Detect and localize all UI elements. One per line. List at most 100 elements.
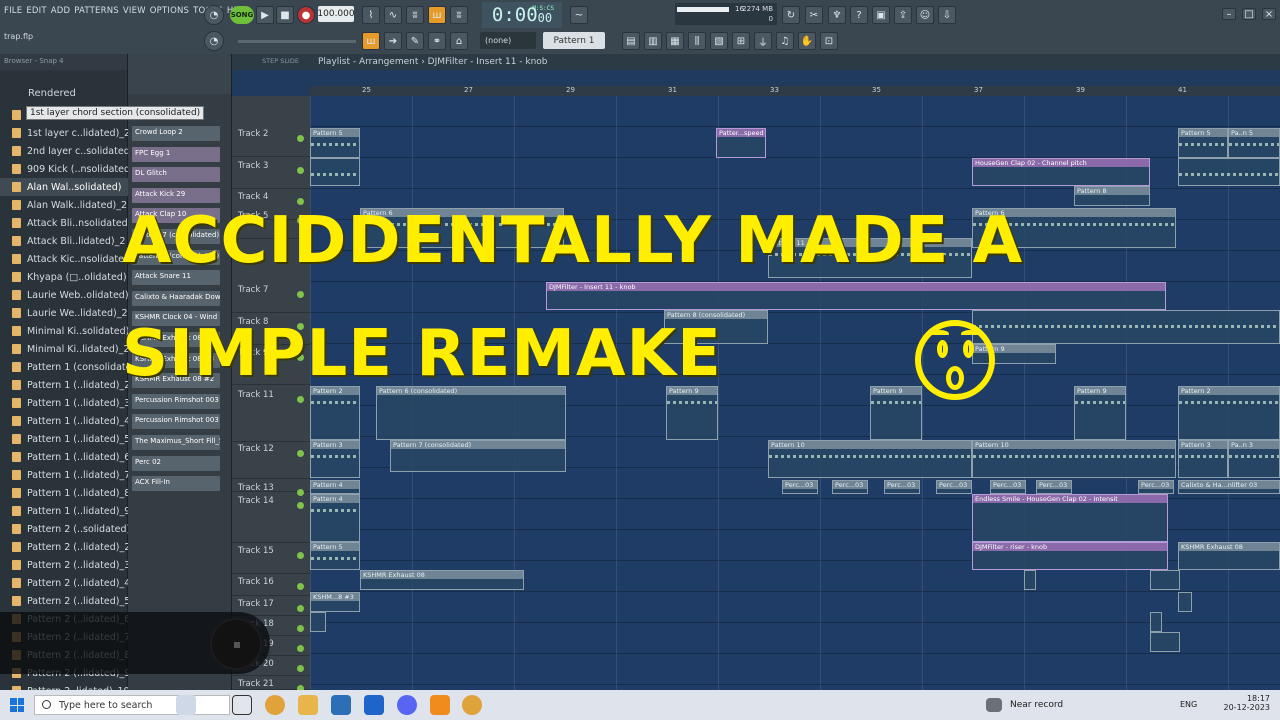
- channel-button[interactable]: Attack Clap 10: [132, 208, 220, 224]
- track-header[interactable]: Track 13: [232, 480, 310, 496]
- menu-file[interactable]: FILE: [4, 6, 22, 16]
- playlist-clip[interactable]: Pattern 9: [870, 386, 922, 440]
- browser-item[interactable]: 2nd layer c..solidated): [0, 142, 128, 160]
- playlist-clip[interactable]: KSHMR Exhaust 08: [1178, 542, 1280, 570]
- file-explorer-icon[interactable]: [298, 695, 318, 715]
- cart-icon[interactable]: ⊡: [820, 32, 838, 50]
- menu-edit[interactable]: EDIT: [26, 6, 46, 16]
- playlist-clip[interactable]: Pattern 9: [972, 344, 1056, 364]
- windows-start-icon[interactable]: [10, 698, 24, 712]
- taskbar-search-input[interactable]: Type here to search: [34, 695, 230, 715]
- browser-item[interactable]: Laurie We..lidated)_2: [0, 304, 128, 322]
- playlist-clip[interactable]: [1024, 570, 1036, 590]
- tuner-icon[interactable]: ♆: [828, 6, 846, 24]
- pitch-knob-icon[interactable]: ◔: [204, 5, 224, 25]
- track-header[interactable]: Track 5: [232, 208, 310, 239]
- track-header[interactable]: Track 14: [232, 493, 310, 543]
- play-icon[interactable]: ▶: [256, 6, 274, 24]
- track-mute-led-icon[interactable]: [297, 323, 304, 330]
- channel-button[interactable]: ACX Fill-In: [132, 476, 220, 492]
- pattern-selector[interactable]: Pattern 1: [543, 32, 605, 49]
- channel-rack-icon[interactable]: ▦: [666, 32, 684, 50]
- browser-item[interactable]: Minimal Ki..solidated): [0, 322, 128, 340]
- browser-item[interactable]: Khyapa (□..olidated): [0, 268, 128, 286]
- playlist-clip[interactable]: Calixto & Ha...nlifter 03: [1178, 480, 1280, 494]
- save-icon[interactable]: ▣: [872, 6, 890, 24]
- mail-icon[interactable]: [364, 695, 384, 715]
- weather-text[interactable]: Near record: [1010, 700, 1063, 710]
- master-volume-knob-icon[interactable]: ◔: [204, 31, 224, 51]
- playlist-clip[interactable]: DJMFilter - Insert 11 - knob: [546, 282, 1166, 310]
- track-mute-led-icon[interactable]: [297, 450, 304, 457]
- stop-icon[interactable]: ■: [276, 6, 294, 24]
- tempo-display[interactable]: 100.000: [317, 6, 355, 22]
- browser-icon[interactable]: ▧: [710, 32, 728, 50]
- playlist-clip[interactable]: Perc...03: [936, 480, 972, 494]
- channel-button[interactable]: KSHMR Exhaust 08: [132, 332, 220, 347]
- playlist-clip[interactable]: Perc...03: [884, 480, 920, 494]
- plugin-picker-icon[interactable]: ⊞: [732, 32, 750, 50]
- chat-icon[interactable]: ☺: [916, 6, 934, 24]
- channel-button[interactable]: Pattern 8 (consolidated): [132, 249, 220, 265]
- playlist-clip[interactable]: [1150, 632, 1180, 652]
- playlist-icon[interactable]: ▤: [622, 32, 640, 50]
- minimize-icon[interactable]: –: [1222, 8, 1236, 20]
- playlist-clip[interactable]: Pattern 4: [310, 494, 360, 542]
- playlist-clip[interactable]: [1178, 592, 1192, 612]
- track-header[interactable]: Track 2: [232, 126, 310, 157]
- pencil-icon[interactable]: ✎: [406, 32, 424, 50]
- playlist-clip[interactable]: Endless Smile - HouseGen Clap 02 - Inten…: [972, 494, 1168, 542]
- channel-button[interactable]: Percussion Rimshot 003 #2: [132, 414, 220, 430]
- plug-icon[interactable]: ⏚: [754, 32, 772, 50]
- track-mute-led-icon[interactable]: [297, 625, 304, 632]
- track-mute-led-icon[interactable]: [297, 605, 304, 612]
- browser-item[interactable]: Pattern 1 (..lidated)_5: [0, 430, 128, 448]
- fl-studio-icon[interactable]: [430, 695, 450, 715]
- playlist-clip[interactable]: Pattern 6: [360, 208, 564, 248]
- browser-item[interactable]: Pattern 1 (..lidated)_2: [0, 376, 128, 394]
- track-mute-led-icon[interactable]: [297, 291, 304, 298]
- playlist-clip[interactable]: [1150, 570, 1180, 590]
- track-header[interactable]: Track 21: [232, 676, 310, 692]
- browser-item[interactable]: Pattern 1 (..lidated)_7: [0, 466, 128, 484]
- track-header[interactable]: Track 7: [232, 282, 310, 313]
- loop-record-icon[interactable]: ʬ: [450, 6, 468, 24]
- playlist-clip[interactable]: Pattern 11: [768, 238, 972, 278]
- browser-item[interactable]: Pattern 1 (..lidated)_6: [0, 448, 128, 466]
- track-mute-led-icon[interactable]: [297, 665, 304, 672]
- playlist-clip[interactable]: [1178, 158, 1280, 186]
- piano-roll-icon[interactable]: ▥: [644, 32, 662, 50]
- timeline-ruler[interactable]: 25 27 29 31 33 35 37 39 41: [310, 86, 1280, 96]
- link-icon[interactable]: ⚭: [428, 32, 446, 50]
- track-mute-led-icon[interactable]: [297, 645, 304, 652]
- browser-item[interactable]: Pattern 1 (..lidated)_4: [0, 412, 128, 430]
- browser-item[interactable]: Alan Walk..lidated)_2: [0, 196, 128, 214]
- browser-item[interactable]: Pattern 1 (consolidated): [0, 358, 128, 376]
- track-header[interactable]: Track 11: [232, 387, 310, 442]
- help-icon[interactable]: ?: [850, 6, 868, 24]
- snap-icon[interactable]: ш: [362, 32, 380, 50]
- track-mute-led-icon[interactable]: [297, 354, 304, 361]
- channel-button[interactable]: Percussion Rimshot 003: [132, 393, 220, 409]
- playlist-clip[interactable]: Pattern 10: [972, 440, 1176, 478]
- playlist-clip[interactable]: KSHM...8 #3: [310, 592, 360, 612]
- playlist-clip[interactable]: Pattern 4: [310, 480, 360, 494]
- weather-icon[interactable]: [986, 698, 1002, 712]
- browser-item[interactable]: Attack Kic..nsolidated): [0, 250, 128, 268]
- discord-icon[interactable]: [397, 695, 417, 715]
- close-icon[interactable]: ×: [1262, 8, 1276, 20]
- playlist-clip[interactable]: Patter...speed: [716, 128, 766, 158]
- browser-item[interactable]: Pattern 2 (..lidated)_3: [0, 556, 128, 574]
- track-header[interactable]: Track 15: [232, 543, 310, 574]
- browser-item[interactable]: Laurie Web..olidated): [0, 286, 128, 304]
- playlist-clip[interactable]: KSHMR Exhaust 08: [360, 570, 524, 590]
- track-mute-led-icon[interactable]: [297, 396, 304, 403]
- playlist-clip[interactable]: Pattern 7 (consolidated): [390, 440, 566, 472]
- chrome-icon[interactable]: [265, 695, 285, 715]
- menu-patterns[interactable]: PATTERNS: [74, 6, 119, 16]
- playlist-clip[interactable]: Pattern 2: [310, 386, 360, 440]
- chrome-icon-2[interactable]: [462, 695, 482, 715]
- tempo-tapper-icon[interactable]: ✋: [798, 32, 816, 50]
- browser-item[interactable]: Pattern 2 (..lidated)_4: [0, 574, 128, 592]
- browser-item[interactable]: Minimal Ki..lidated)_2: [0, 340, 128, 358]
